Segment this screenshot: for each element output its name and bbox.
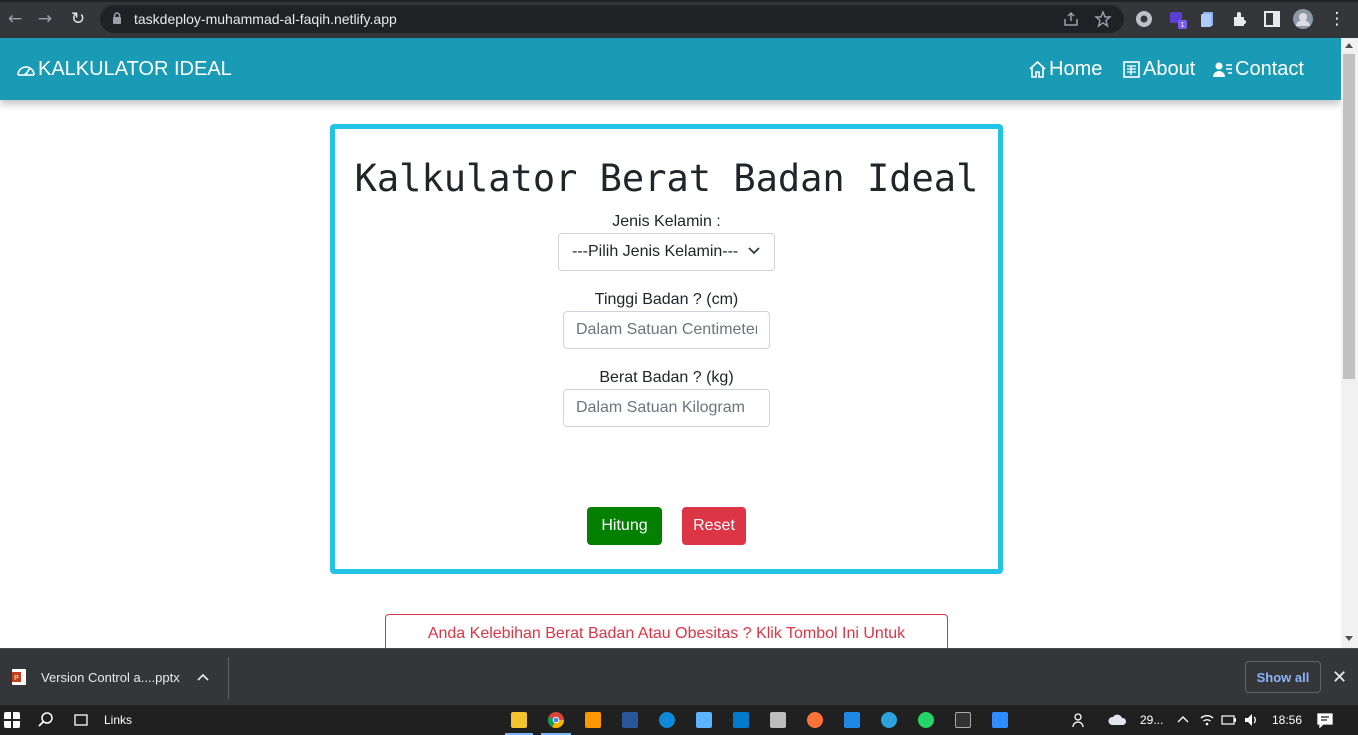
hitung-button[interactable]: Hitung — [587, 507, 662, 545]
wifi-icon[interactable] — [1199, 712, 1215, 728]
terminal-icon[interactable] — [955, 712, 971, 728]
file-explorer-icon[interactable] — [511, 712, 527, 728]
url-text: taskdeploy-muhammad-al-faqih.netlify.app — [134, 11, 397, 27]
brand-link[interactable]: KALKULATOR IDEAL — [16, 58, 232, 81]
notification-icon[interactable] — [1317, 712, 1333, 728]
app-icon[interactable] — [844, 712, 860, 728]
close-icon[interactable]: ✕ — [1332, 667, 1347, 688]
store-icon[interactable] — [696, 712, 712, 728]
tab-strip-edge — [0, 0, 1358, 2]
search-icon[interactable] — [38, 712, 54, 728]
gender-select-value: ---Pilih Jenis Kelamin--- — [572, 243, 739, 260]
back-icon[interactable]: ← — [5, 9, 25, 29]
extension-docs-icon[interactable] — [1198, 9, 1218, 29]
browser-toolbar: ← → ↻ taskdeploy-muhammad-al-faqih.netli… — [0, 0, 1358, 38]
side-panel-icon[interactable] — [1262, 9, 1282, 29]
extension-shield-icon[interactable] — [1134, 9, 1154, 29]
powerpoint-file-icon: P — [12, 669, 26, 685]
page-scrollbar[interactable] — [1341, 38, 1358, 648]
nav-home-label: Home — [1049, 58, 1103, 80]
zoom-icon[interactable] — [992, 712, 1008, 728]
weight-input[interactable] — [563, 389, 770, 427]
shelf-divider — [228, 657, 229, 699]
person-lines-icon — [1213, 62, 1232, 77]
show-all-button[interactable]: Show all — [1245, 661, 1321, 693]
height-input[interactable] — [563, 311, 770, 349]
nav-about[interactable]: About — [1122, 58, 1195, 81]
lock-icon — [113, 12, 121, 24]
windows-taskbar: Links 29... 18:56 — [0, 705, 1358, 735]
nav-contact-label: Contact — [1235, 58, 1304, 80]
gender-select[interactable]: ---Pilih Jenis Kelamin--- — [558, 233, 775, 271]
nav-home[interactable]: Home — [1028, 58, 1102, 81]
download-shelf: P Version Control a....pptx Show all ✕ — [0, 648, 1358, 705]
share-icon[interactable] — [1062, 10, 1080, 28]
sublime-text-icon[interactable] — [585, 712, 601, 728]
forward-icon[interactable]: → — [35, 9, 55, 29]
scroll-down-arrow-icon[interactable] — [1345, 636, 1353, 641]
word-icon[interactable] — [622, 712, 638, 728]
vscode-icon[interactable] — [733, 712, 749, 728]
windows-start-icon[interactable] — [4, 712, 20, 728]
firefox-icon[interactable] — [807, 712, 823, 728]
gender-label: Jenis Kelamin : — [612, 213, 721, 230]
newspaper-icon — [1123, 61, 1140, 78]
chevron-up-icon[interactable] — [1175, 712, 1191, 728]
people-icon[interactable] — [1072, 712, 1088, 728]
download-file-name[interactable]: Version Control a....pptx — [41, 670, 180, 685]
brand-text: KALKULATOR IDEAL — [38, 58, 232, 80]
whatsapp-icon[interactable] — [918, 712, 934, 728]
chrome-icon[interactable] — [548, 712, 564, 728]
menu-kebab-icon[interactable]: ⋮ — [1327, 9, 1347, 29]
weather-temp[interactable]: 29... — [1140, 713, 1163, 727]
speedometer-icon — [17, 65, 35, 76]
chevron-down-icon — [748, 247, 760, 255]
svg-text:P: P — [14, 675, 19, 682]
weather-cloud-icon[interactable] — [1108, 712, 1130, 728]
chevron-up-icon[interactable] — [197, 673, 209, 683]
scroll-up-arrow-icon[interactable] — [1345, 43, 1353, 48]
page-title: Kalkulator Berat Badan Ideal — [354, 157, 979, 200]
address-bar[interactable]: taskdeploy-muhammad-al-faqih.netlify.app — [100, 5, 1124, 33]
battery-icon[interactable] — [1221, 712, 1237, 728]
clock-time[interactable]: 18:56 — [1272, 713, 1302, 727]
scroll-thumb[interactable] — [1343, 54, 1355, 379]
weight-label: Berat Badan ? (kg) — [599, 369, 734, 386]
calculator-card: Kalkulator Berat Badan Ideal Jenis Kelam… — [330, 124, 1003, 574]
notepad-icon[interactable] — [770, 712, 786, 728]
reset-button[interactable]: Reset — [682, 507, 746, 545]
extension-purple-icon[interactable]: 1 — [1168, 9, 1188, 29]
house-icon — [1029, 60, 1046, 78]
site-navbar: KALKULATOR IDEAL Home About Contact — [0, 38, 1341, 100]
links-toolbar-label[interactable]: Links — [104, 713, 132, 727]
nav-about-label: About — [1143, 58, 1196, 80]
star-icon[interactable] — [1094, 10, 1112, 28]
telegram-icon[interactable] — [881, 712, 897, 728]
task-view-icon[interactable] — [73, 712, 89, 728]
extensions-puzzle-icon[interactable] — [1230, 9, 1250, 29]
reload-icon[interactable]: ↻ — [68, 9, 88, 29]
height-label: Tinggi Badan ? (cm) — [594, 291, 739, 308]
edge-icon[interactable] — [659, 712, 675, 728]
nav-contact[interactable]: Contact — [1213, 58, 1304, 81]
profile-avatar-icon[interactable] — [1293, 9, 1313, 29]
volume-icon[interactable] — [1243, 712, 1259, 728]
svg-text:1: 1 — [1181, 22, 1185, 29]
